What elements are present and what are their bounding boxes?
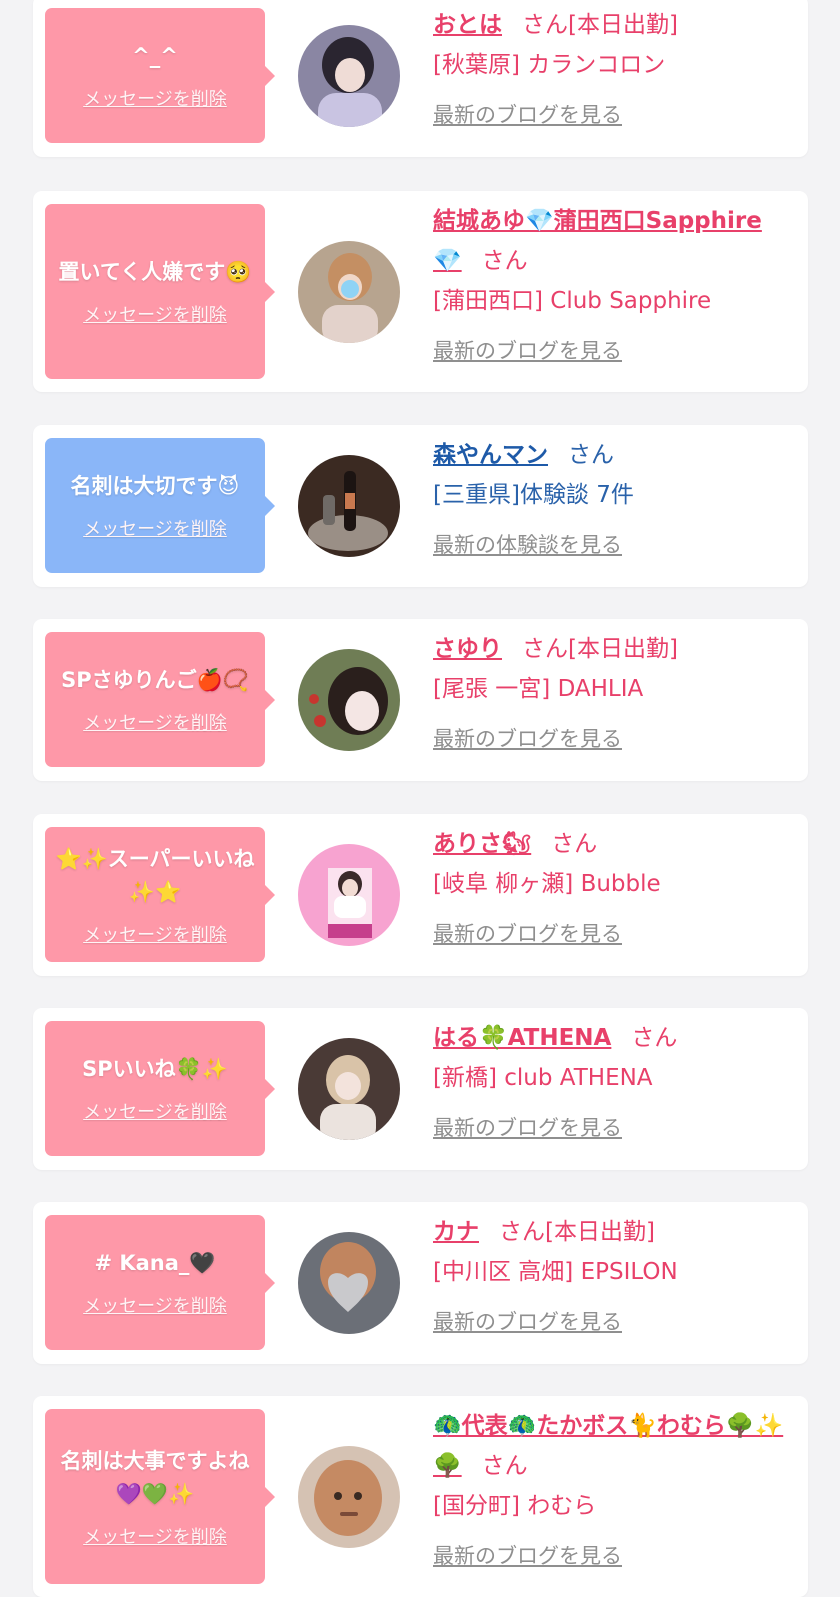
message-bubble: ⭐✨スーパーいいね✨⭐ メッセージを削除 xyxy=(45,827,275,962)
profile-name-link[interactable]: はる🍀ATHENA xyxy=(433,1025,611,1051)
message-bubble: 名刺は大切です😈 メッセージを削除 xyxy=(45,438,275,573)
name-suffix: さん xyxy=(631,1025,678,1051)
message-card: # Kana_🖤 メッセージを削除 カナ さん[本日出勤] [中川区 高畑] EP… xyxy=(33,1202,808,1364)
message-text: ⭐✨スーパーいいね✨⭐ xyxy=(55,846,255,904)
avatar[interactable] xyxy=(298,455,400,557)
profile-info: カナ さん[本日出勤] [中川区 高畑] EPSILON 最新のブログを見る xyxy=(433,1212,793,1336)
shop-label: [蒲田西口] Club Sapphire xyxy=(433,288,712,314)
avatar[interactable] xyxy=(298,1446,400,1548)
shop-label: [岐阜 柳ヶ瀬] Bubble xyxy=(433,871,661,897)
profile-name-link[interactable]: さゆり xyxy=(433,636,502,662)
latest-blog-link[interactable]: 最新のブログを見る xyxy=(433,1306,622,1336)
message-bubble: SPさゆりんご🍎📿 メッセージを削除 xyxy=(45,632,275,767)
message-card: ⭐✨スーパーいいね✨⭐ メッセージを削除 ありさ🐿 さん [岐阜 柳ヶ瀬] Bub… xyxy=(33,814,808,976)
shop-label: [新橋] club ATHENA xyxy=(433,1065,653,1091)
message-bubble: SPいいね🍀✨ メッセージを削除 xyxy=(45,1021,275,1156)
profile-info: 🦚代表🦚たかボス🐈わむら🌳✨🌳 さん [国分町] わむら 最新のブログを見る xyxy=(433,1406,793,1570)
name-suffix: さん xyxy=(568,442,614,468)
message-card: 置いてく人嫌です🥺 メッセージを削除 結城あゆ💎蒲田西口Sapphire 💎 さん… xyxy=(33,191,808,392)
profile-name-link[interactable]: 森やんマン xyxy=(433,442,548,468)
delete-message-link[interactable]: メッセージを削除 xyxy=(83,301,227,327)
latest-review-link[interactable]: 最新の体験談を見る xyxy=(433,529,622,559)
delete-message-link[interactable]: メッセージを削除 xyxy=(83,1523,227,1549)
delete-message-link[interactable]: メッセージを削除 xyxy=(83,515,227,541)
profile-info: はる🍀ATHENA さん [新橋] club ATHENA 最新のブログを見る xyxy=(433,1018,793,1142)
message-card: 名刺は大切です😈 メッセージを削除 森やんマン さん [三重県]体験談 7件 最新… xyxy=(33,425,808,587)
profile-info: 結城あゆ💎蒲田西口Sapphire 💎 さん [蒲田西口] Club Sapphi… xyxy=(433,201,793,365)
profile-name-link[interactable]: ありさ🐿 xyxy=(433,831,531,857)
message-card: 名刺は大事ですよね💜💚✨ メッセージを削除 🦚代表🦚たかボス🐈わむら🌳✨🌳 さん … xyxy=(33,1396,808,1597)
latest-blog-link[interactable]: 最新のブログを見る xyxy=(433,723,622,753)
delete-message-link[interactable]: メッセージを削除 xyxy=(83,85,227,111)
name-suffix: さん[本日出勤] xyxy=(522,12,678,38)
avatar[interactable] xyxy=(298,649,400,751)
message-card: ^_^ メッセージを削除 おとは さん[本日出勤] [秋葉原] カランコロン 最新… xyxy=(33,0,808,157)
shop-label: [中川区 高畑] EPSILON xyxy=(433,1259,678,1285)
message-text: 名刺は大切です😈 xyxy=(70,474,240,498)
latest-blog-link[interactable]: 最新のブログを見る xyxy=(433,99,622,129)
message-text: SPいいね🍀✨ xyxy=(82,1057,228,1081)
name-suffix: さん xyxy=(551,831,598,857)
profile-name-link[interactable]: カナ xyxy=(433,1219,479,1245)
message-text: ^_^ xyxy=(132,44,178,68)
name-suffix: さん xyxy=(481,1453,528,1479)
delete-message-link[interactable]: メッセージを削除 xyxy=(83,921,227,947)
delete-message-link[interactable]: メッセージを削除 xyxy=(83,1098,227,1124)
latest-blog-link[interactable]: 最新のブログを見る xyxy=(433,335,622,365)
message-text: # Kana_🖤 xyxy=(94,1251,216,1275)
latest-blog-link[interactable]: 最新のブログを見る xyxy=(433,918,622,948)
profile-info: おとは さん[本日出勤] [秋葉原] カランコロン 最新のブログを見る xyxy=(433,5,793,129)
latest-blog-link[interactable]: 最新のブログを見る xyxy=(433,1540,622,1570)
avatar[interactable] xyxy=(298,241,400,343)
shop-label: [国分町] わむら xyxy=(433,1493,597,1519)
avatar[interactable] xyxy=(298,1232,400,1334)
avatar[interactable] xyxy=(298,844,400,946)
message-text: 置いてく人嫌です🥺 xyxy=(58,260,252,284)
message-card: SPいいね🍀✨ メッセージを削除 はる🍀ATHENA さん [新橋] club A… xyxy=(33,1008,808,1170)
avatar[interactable] xyxy=(298,1038,400,1140)
name-suffix: さん xyxy=(481,248,528,274)
profile-info: ありさ🐿 さん [岐阜 柳ヶ瀬] Bubble 最新のブログを見る xyxy=(433,824,793,948)
shop-label: [秋葉原] カランコロン xyxy=(433,52,666,78)
delete-message-link[interactable]: メッセージを削除 xyxy=(83,1292,227,1318)
message-card: SPさゆりんご🍎📿 メッセージを削除 さゆり さん[本日出勤] [尾張 一宮] D… xyxy=(33,619,808,781)
avatar[interactable] xyxy=(298,25,400,127)
message-text: SPさゆりんご🍎📿 xyxy=(61,668,249,692)
profile-info: 森やんマン さん [三重県]体験談 7件 最新の体験談を見る xyxy=(433,435,793,559)
profile-info: さゆり さん[本日出勤] [尾張 一宮] DAHLIA 最新のブログを見る xyxy=(433,629,793,753)
name-suffix: さん[本日出勤] xyxy=(522,636,678,662)
profile-name-link[interactable]: おとは xyxy=(433,12,502,38)
message-bubble: ^_^ メッセージを削除 xyxy=(45,8,275,143)
shop-label: [尾張 一宮] DAHLIA xyxy=(433,676,644,702)
message-bubble: 名刺は大事ですよね💜💚✨ メッセージを削除 xyxy=(45,1409,275,1584)
shop-label: [三重県]体験談 7件 xyxy=(433,482,634,508)
delete-message-link[interactable]: メッセージを削除 xyxy=(83,709,227,735)
latest-blog-link[interactable]: 最新のブログを見る xyxy=(433,1112,622,1142)
message-list: ^_^ メッセージを削除 おとは さん[本日出勤] [秋葉原] カランコロン 最新… xyxy=(0,0,840,1597)
message-text: 名刺は大事ですよね💜💚✨ xyxy=(60,1448,250,1506)
message-bubble: # Kana_🖤 メッセージを削除 xyxy=(45,1215,275,1350)
name-suffix: さん[本日出勤] xyxy=(499,1219,655,1245)
message-bubble: 置いてく人嫌です🥺 メッセージを削除 xyxy=(45,204,275,379)
